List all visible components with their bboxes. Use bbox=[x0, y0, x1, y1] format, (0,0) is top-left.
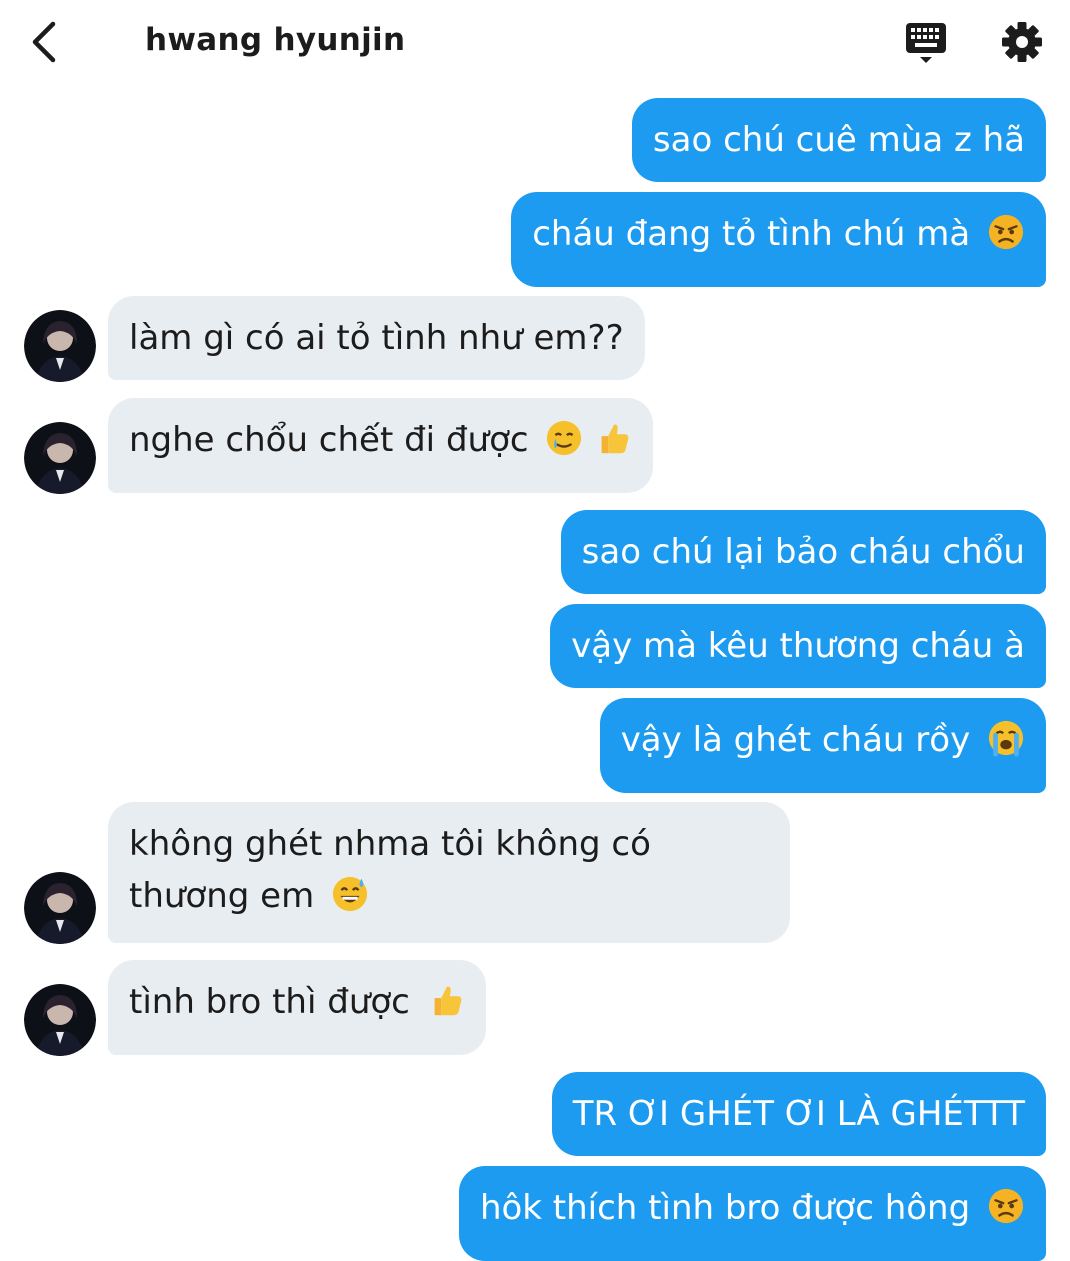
contact-avatar[interactable] bbox=[24, 984, 96, 1056]
message-text: thương em bbox=[129, 876, 315, 916]
grinning-face-with-sweat-icon bbox=[332, 876, 368, 912]
sent-message[interactable]: vậy là ghét cháu rồy bbox=[599, 698, 1046, 793]
thumbs-up-icon bbox=[601, 424, 629, 454]
sent-message[interactable]: sao chú cuê mùa z hã bbox=[631, 98, 1046, 182]
sent-message[interactable]: vậy mà kêu thương cháu à bbox=[550, 604, 1046, 688]
contact-avatar[interactable] bbox=[24, 872, 96, 944]
message-text: làm gì có ai tỏ tình như em?? bbox=[129, 318, 624, 358]
message-text: hôk thích tình bro được hông bbox=[479, 1188, 971, 1228]
message-text: sao chú lại bảo cháu chổu bbox=[581, 532, 1025, 572]
received-message[interactable]: tình bro thì được bbox=[108, 960, 486, 1055]
message-text: tình bro thì được bbox=[129, 982, 410, 1022]
smiling-face-with-tear-icon bbox=[547, 420, 582, 456]
message-text: vậy là ghét cháu rồy bbox=[620, 720, 971, 760]
message-text: sao chú cuê mùa z hã bbox=[652, 120, 1025, 160]
thumbs-up-icon bbox=[434, 986, 462, 1016]
message-text: không ghét nhma tôi không có bbox=[129, 824, 651, 864]
received-message[interactable]: làm gì có ai tỏ tình như em?? bbox=[108, 296, 645, 380]
sent-message[interactable]: TR ƠI GHÉT ƠI LÀ GHÉTTT bbox=[551, 1072, 1046, 1156]
loudly-crying-face-icon bbox=[988, 720, 1024, 757]
angry-face-icon bbox=[988, 214, 1024, 250]
contact-avatar[interactable] bbox=[24, 310, 96, 382]
angry-face-icon bbox=[988, 1188, 1024, 1224]
sent-message[interactable]: cháu đang tỏ tình chú mà bbox=[511, 192, 1046, 287]
message-text: vậy mà kêu thương cháu à bbox=[571, 626, 1025, 666]
received-message[interactable]: nghe chổu chết đi được bbox=[108, 398, 654, 493]
contact-avatar[interactable] bbox=[24, 422, 96, 494]
message-list: sao chú cuê mùa z hã cháu đang tỏ tình c… bbox=[0, 0, 1070, 1261]
sent-message[interactable]: sao chú lại bảo cháu chổu bbox=[560, 510, 1046, 594]
received-message[interactable]: không ghét nhma tôi không có thương em bbox=[108, 802, 790, 943]
message-text: nghe chổu chết đi được bbox=[129, 420, 529, 460]
message-text: TR ƠI GHÉT ƠI LÀ GHÉTTT bbox=[572, 1094, 1025, 1134]
sent-message[interactable]: hôk thích tình bro được hông bbox=[458, 1166, 1046, 1261]
message-text: cháu đang tỏ tình chú mà bbox=[532, 214, 971, 254]
